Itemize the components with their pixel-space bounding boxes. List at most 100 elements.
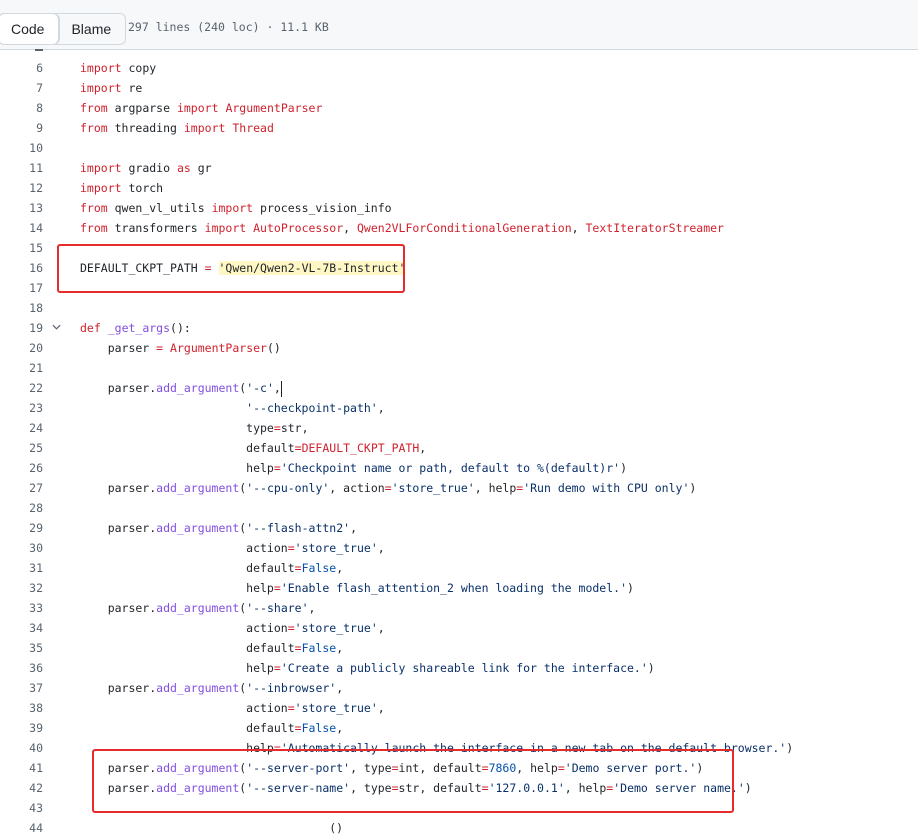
chevron-down-icon[interactable] (52, 324, 61, 330)
code-text: parser.add_argument('-c', (80, 378, 282, 398)
code-token: Thread (232, 121, 274, 135)
code-token: import (80, 181, 122, 195)
line-number[interactable]: 19 (0, 318, 43, 338)
line-number[interactable]: 9 (0, 118, 43, 138)
code-text: import gradio as gr (80, 158, 212, 178)
line-number[interactable]: 42 (0, 778, 43, 798)
code-token: torch (121, 181, 164, 195)
line-number[interactable]: 30 (0, 538, 43, 558)
line-number[interactable]: 7 (0, 78, 43, 98)
code-token: action (80, 541, 288, 555)
code-token: , (343, 221, 357, 235)
code-line: 26 help='Checkpoint name or path, defaul… (0, 458, 918, 478)
code-token: 'store_true' (294, 621, 378, 635)
line-number[interactable]: 25 (0, 438, 43, 458)
code-token: , help (474, 481, 517, 495)
line-number[interactable]: 13 (0, 198, 43, 218)
line-number[interactable]: 17 (0, 278, 43, 298)
code-token: = (287, 541, 295, 555)
code-token: from (80, 121, 108, 135)
code-text: from qwen_vl_utils import process_vision… (80, 198, 392, 218)
line-number[interactable]: 34 (0, 618, 43, 638)
code-text: parser.add_argument('--flash-attn2', (80, 518, 357, 538)
code-text: help='Checkpoint name or path, default t… (80, 458, 627, 478)
code-token: , (336, 681, 344, 695)
code-token: import (176, 101, 219, 115)
code-token: (): (170, 321, 191, 335)
code-token: from (80, 201, 108, 215)
line-number[interactable]: 36 (0, 658, 43, 678)
line-number[interactable]: 26 (0, 458, 43, 478)
code-token: False (301, 561, 337, 575)
code-text: parser.add_argument('--inbrowser', (80, 678, 343, 698)
line-number[interactable]: 11 (0, 158, 43, 178)
code-tab[interactable]: Code (0, 14, 60, 44)
code-token: False (301, 641, 337, 655)
line-number[interactable]: 44 (0, 818, 43, 838)
line-number[interactable]: 22 (0, 378, 43, 398)
blame-tab[interactable]: Blame (59, 14, 125, 44)
code-token: qwen_vl_utils (107, 201, 212, 215)
line-number[interactable]: 14 (0, 218, 43, 238)
line-number[interactable]: 6 (0, 58, 43, 78)
line-number[interactable]: 37 (0, 678, 43, 698)
line-number[interactable]: 8 (0, 98, 43, 118)
line-number[interactable]: 23 (0, 398, 43, 418)
line-number[interactable]: 29 (0, 518, 43, 538)
line-number[interactable]: 43 (0, 798, 43, 818)
code-token: transformers (107, 221, 205, 235)
code-token: from (80, 101, 108, 115)
code-token: , (336, 641, 344, 655)
line-number[interactable]: 27 (0, 478, 43, 498)
code-token: import (211, 201, 254, 215)
code-token: , (308, 601, 316, 615)
line-number[interactable]: 15 (0, 238, 43, 258)
code-token: re (121, 81, 143, 95)
line-number[interactable]: 32 (0, 578, 43, 598)
code-token: , (571, 221, 586, 235)
annotation-box-default-ckpt (57, 244, 405, 293)
line-number[interactable]: 38 (0, 698, 43, 718)
code-token: ArgumentParser (170, 341, 267, 355)
code-token: default (80, 561, 295, 575)
code-token: add_argument (156, 381, 240, 395)
code-token: gradio (121, 161, 177, 175)
line-number[interactable]: 20 (0, 338, 43, 358)
line-number[interactable]: 31 (0, 558, 43, 578)
code-token: = (273, 661, 281, 675)
code-line: 33 parser.add_argument('--share', (0, 598, 918, 618)
code-token: parser (80, 341, 157, 355)
code-token: default (80, 641, 295, 655)
line-number[interactable]: 16 (0, 258, 43, 278)
line-number[interactable]: 35 (0, 638, 43, 658)
line-number[interactable]: 21 (0, 358, 43, 378)
line-number[interactable]: 12 (0, 178, 43, 198)
line-number[interactable]: 10 (0, 138, 43, 158)
code-text: help='Create a publicly shareable link f… (80, 658, 655, 678)
code-token: = (294, 721, 302, 735)
code-token: add_argument (156, 481, 240, 495)
code-token: help (80, 461, 274, 475)
code-line: 24 type=str, (0, 418, 918, 438)
code-line: 10 (0, 138, 918, 158)
line-number[interactable]: 40 (0, 738, 43, 758)
code-token: () (266, 341, 281, 355)
code-token: threading (107, 121, 184, 135)
line-number[interactable]: 28 (0, 498, 43, 518)
code-token: import (80, 161, 122, 175)
code-text: import re (80, 78, 142, 98)
line-number[interactable]: 24 (0, 418, 43, 438)
line-number[interactable]: 18 (0, 298, 43, 318)
code-token: from (80, 221, 108, 235)
line-number[interactable]: 41 (0, 758, 43, 778)
code-token: gr (190, 161, 212, 175)
code-token: '--checkpoint-path' (246, 401, 378, 415)
code-line: 38 action='store_true', (0, 698, 918, 718)
code-line: 35 default=False, (0, 638, 918, 658)
code-token: , (419, 441, 427, 455)
line-number[interactable]: 33 (0, 598, 43, 618)
code-view[interactable]: 6 import copy 7 import re 8 from argparse imp… (0, 58, 918, 838)
code-token: = (294, 441, 302, 455)
line-number[interactable]: 39 (0, 718, 43, 738)
